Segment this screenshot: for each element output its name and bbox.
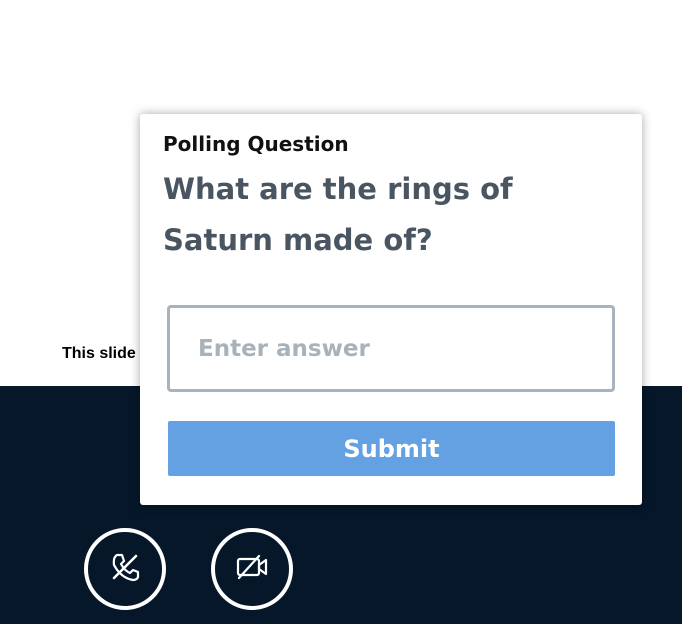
slide-caption: This slide [62,345,136,362]
poll-label: Polling Question [163,132,349,156]
poll-question: What are the rings of Saturn made of? [163,172,513,257]
phone-hangup-icon [105,547,145,592]
answer-input[interactable] [167,305,615,392]
share-webcam-button[interactable] [211,528,293,610]
video-off-icon [231,546,273,593]
leave-audio-button[interactable] [84,528,166,610]
submit-button[interactable]: Submit [168,421,615,476]
polling-dialog: Polling Question What are the rings of S… [140,114,642,505]
